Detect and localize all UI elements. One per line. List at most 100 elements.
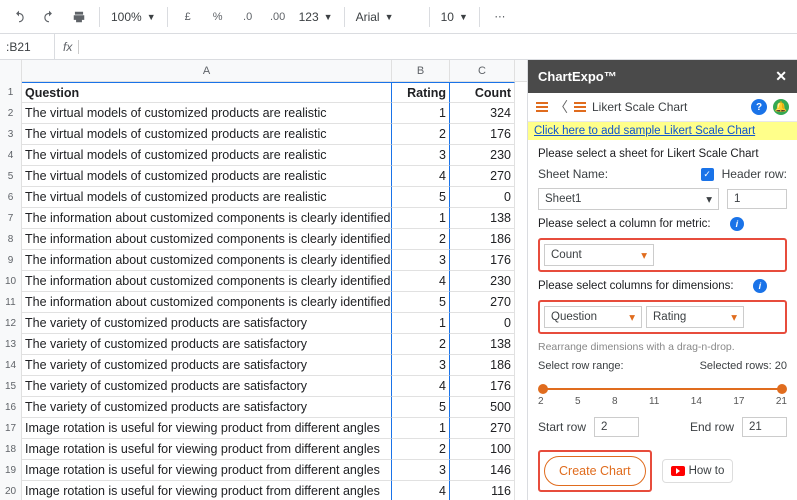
cell-question[interactable]: The variety of customized products are s…: [22, 355, 392, 376]
cell-question[interactable]: The variety of customized products are s…: [22, 313, 392, 334]
formula-input[interactable]: fx: [55, 40, 797, 54]
row-number[interactable]: 3: [0, 124, 22, 145]
row-number[interactable]: 16: [0, 397, 22, 418]
back-icon[interactable]: 〈: [554, 97, 568, 117]
cell-rating[interactable]: 3: [392, 355, 450, 376]
col-header-b[interactable]: B: [392, 60, 450, 81]
row-number[interactable]: 10: [0, 271, 22, 292]
cell-rating[interactable]: 2: [392, 229, 450, 250]
cell-question[interactable]: The information about customized compone…: [22, 292, 392, 313]
cell-question[interactable]: Image rotation is useful for viewing pro…: [22, 460, 392, 481]
sheet-select[interactable]: Sheet1▾: [538, 188, 719, 210]
row-number[interactable]: 8: [0, 229, 22, 250]
cell-rating[interactable]: 1: [392, 418, 450, 439]
cell-count[interactable]: 176: [450, 124, 515, 145]
redo-button[interactable]: [36, 4, 62, 30]
cell-question[interactable]: The virtual models of customized product…: [22, 166, 392, 187]
row-number[interactable]: 4: [0, 145, 22, 166]
cell-count[interactable]: 500: [450, 397, 515, 418]
cell-question[interactable]: The information about customized compone…: [22, 271, 392, 292]
cell-count[interactable]: 270: [450, 418, 515, 439]
cell-question[interactable]: Image rotation is useful for viewing pro…: [22, 439, 392, 460]
dim1-select[interactable]: Question▾: [544, 306, 642, 328]
more-toolbar-button[interactable]: ⋯: [487, 4, 513, 30]
header-row-input[interactable]: 1: [727, 189, 787, 209]
add-sample-link[interactable]: Click here to add sample Likert Scale Ch…: [528, 122, 797, 140]
row-number[interactable]: 17: [0, 418, 22, 439]
cell-count[interactable]: 176: [450, 376, 515, 397]
cell-count[interactable]: 0: [450, 313, 515, 334]
howto-button[interactable]: How to: [662, 459, 734, 483]
cell-count[interactable]: 138: [450, 208, 515, 229]
cell-rating[interactable]: 3: [392, 250, 450, 271]
start-row-input[interactable]: 2: [594, 417, 639, 437]
cell-rating[interactable]: 1: [392, 208, 450, 229]
select-all-cell[interactable]: [0, 60, 22, 82]
number-format-dropdown[interactable]: 123▼: [295, 10, 337, 24]
cell-question[interactable]: The virtual models of customized product…: [22, 124, 392, 145]
cell-question[interactable]: The virtual models of customized product…: [22, 145, 392, 166]
close-icon[interactable]: ✕: [775, 68, 787, 85]
zoom-dropdown[interactable]: 100%▼: [107, 10, 160, 24]
cell-rating[interactable]: 1: [392, 103, 450, 124]
cell-rating[interactable]: 5: [392, 187, 450, 208]
row-number[interactable]: 2: [0, 103, 22, 124]
cell-count[interactable]: 186: [450, 355, 515, 376]
help-icon[interactable]: ?: [751, 99, 767, 115]
cell-rating[interactable]: 4: [392, 481, 450, 500]
row-number[interactable]: 1: [0, 82, 22, 103]
create-chart-button[interactable]: Create Chart: [544, 456, 646, 486]
cell-count[interactable]: 0: [450, 187, 515, 208]
cell-rating[interactable]: 1: [392, 313, 450, 334]
dim2-select[interactable]: Rating▾: [646, 306, 744, 328]
cell-count[interactable]: 270: [450, 166, 515, 187]
decrease-decimal-button[interactable]: .0: [235, 4, 261, 30]
cell-count[interactable]: 324: [450, 103, 515, 124]
cell-count[interactable]: 116: [450, 481, 515, 500]
cell-question[interactable]: The variety of customized products are s…: [22, 334, 392, 355]
cell-question[interactable]: The variety of customized products are s…: [22, 397, 392, 418]
row-range-slider[interactable]: 25811141721: [538, 382, 787, 391]
print-button[interactable]: [66, 4, 92, 30]
row-number[interactable]: 7: [0, 208, 22, 229]
row-number[interactable]: 14: [0, 355, 22, 376]
cell-rating[interactable]: 3: [392, 145, 450, 166]
cell-rating[interactable]: 5: [392, 292, 450, 313]
undo-button[interactable]: [6, 4, 32, 30]
cell-rating[interactable]: 2: [392, 124, 450, 145]
increase-decimal-button[interactable]: .00: [265, 4, 291, 30]
menu-icon[interactable]: [536, 102, 548, 112]
cell-count[interactable]: Count: [450, 82, 515, 103]
cell-rating[interactable]: 4: [392, 271, 450, 292]
cell-question[interactable]: Question: [22, 82, 392, 103]
cell-question[interactable]: The virtual models of customized product…: [22, 103, 392, 124]
header-row-checkbox[interactable]: ✓: [701, 168, 714, 181]
font-dropdown[interactable]: Arial▼: [352, 10, 422, 24]
cell-rating[interactable]: Rating: [392, 82, 450, 103]
metric-select[interactable]: Count▾: [544, 244, 654, 266]
cell-rating[interactable]: 2: [392, 334, 450, 355]
row-number[interactable]: 6: [0, 187, 22, 208]
cell-count[interactable]: 100: [450, 439, 515, 460]
row-number[interactable]: 12: [0, 313, 22, 334]
cell-count[interactable]: 270: [450, 292, 515, 313]
cell-count[interactable]: 176: [450, 250, 515, 271]
row-number[interactable]: 19: [0, 460, 22, 481]
end-row-input[interactable]: 21: [742, 417, 787, 437]
col-header-c[interactable]: C: [450, 60, 515, 81]
row-number[interactable]: 9: [0, 250, 22, 271]
info-icon[interactable]: i: [730, 217, 744, 231]
cell-count[interactable]: 230: [450, 145, 515, 166]
cell-count[interactable]: 230: [450, 271, 515, 292]
cell-question[interactable]: The information about customized compone…: [22, 229, 392, 250]
info-icon[interactable]: i: [753, 279, 767, 293]
cell-rating[interactable]: 5: [392, 397, 450, 418]
notify-icon[interactable]: 🔔: [773, 99, 789, 115]
cell-count[interactable]: 146: [450, 460, 515, 481]
cell-rating[interactable]: 4: [392, 376, 450, 397]
row-number[interactable]: 11: [0, 292, 22, 313]
cell-rating[interactable]: 3: [392, 460, 450, 481]
cell-rating[interactable]: 2: [392, 439, 450, 460]
row-number[interactable]: 20: [0, 481, 22, 500]
row-number[interactable]: 15: [0, 376, 22, 397]
